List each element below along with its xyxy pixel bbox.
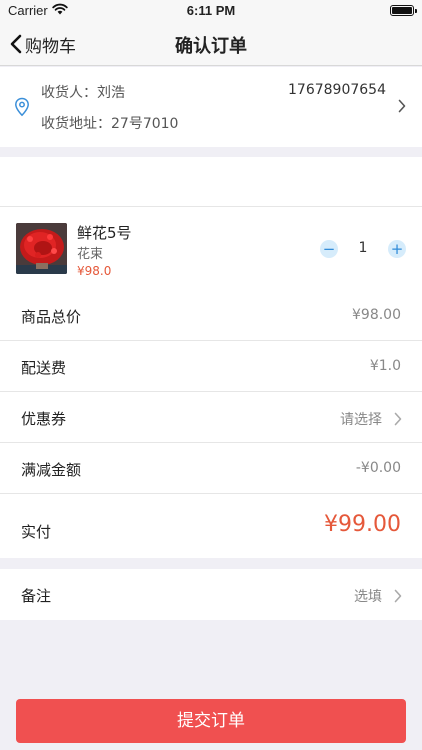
delivery-fee-row: 配送费 ¥1.0 bbox=[0, 341, 422, 392]
address-card[interactable]: 收货人：刘浩 17678907654 收货地址：27号7010 bbox=[0, 67, 422, 147]
remark-label: 备注 bbox=[21, 587, 52, 605]
remark-value: 选填 bbox=[354, 589, 382, 605]
navigation-bar: 购物车 确认订单 bbox=[0, 22, 422, 66]
address-label: 收货地址： bbox=[41, 116, 111, 132]
recipient-name: 刘浩 bbox=[97, 85, 125, 101]
address-value: 27号7010 bbox=[111, 116, 179, 132]
amount-paid-value: ¥99.00 bbox=[324, 512, 401, 537]
battery-icon bbox=[390, 5, 417, 16]
chevron-right-icon bbox=[394, 588, 402, 607]
remark-row[interactable]: 备注 选填 bbox=[0, 569, 422, 620]
discount-value: -¥0.00 bbox=[355, 460, 401, 476]
status-time: 6:11 PM bbox=[186, 3, 236, 18]
coupon-label: 优惠券 bbox=[21, 410, 67, 428]
discount-label: 满减金额 bbox=[21, 461, 82, 479]
chevron-right-icon bbox=[398, 98, 406, 117]
product-category: 花束 bbox=[77, 247, 104, 262]
increase-quantity-button[interactable]: + bbox=[388, 240, 406, 258]
amount-paid-label: 实付 bbox=[21, 523, 52, 541]
coupon-row[interactable]: 优惠券 请选择 bbox=[0, 392, 422, 443]
submit-order-button[interactable]: 提交订单 bbox=[16, 699, 406, 743]
recipient-line: 收货人：刘浩 bbox=[41, 82, 125, 102]
quantity-value: 1 bbox=[358, 240, 368, 256]
address-line: 收货地址：27号7010 bbox=[41, 113, 178, 133]
product-item: 鲜花5号 花束 ¥98.0 − 1 + bbox=[0, 207, 422, 290]
recipient-label: 收货人： bbox=[41, 85, 97, 101]
product-image bbox=[16, 223, 67, 274]
chevron-right-icon bbox=[394, 411, 402, 430]
spacer-panel bbox=[0, 157, 422, 207]
goods-total-row: 商品总价 ¥98.00 bbox=[0, 290, 422, 341]
quantity-stepper: − 1 + bbox=[320, 239, 406, 259]
product-price: ¥98.0 bbox=[77, 264, 112, 278]
delivery-fee-value: ¥1.0 bbox=[369, 358, 401, 374]
coupon-value: 请选择 bbox=[340, 412, 382, 428]
discount-row: 满减金额 -¥0.00 bbox=[0, 443, 422, 494]
order-summary: 商品总价 ¥98.00 配送费 ¥1.0 优惠券 请选择 满减金额 -¥0.00… bbox=[0, 290, 422, 558]
delivery-fee-label: 配送费 bbox=[21, 359, 67, 377]
goods-total-label: 商品总价 bbox=[21, 308, 82, 326]
recipient-phone: 17678907654 bbox=[288, 82, 386, 98]
amount-paid-row: 实付 ¥99.00 bbox=[0, 494, 422, 558]
decrease-quantity-button[interactable]: − bbox=[320, 240, 338, 258]
status-bar: Carrier 6:11 PM bbox=[0, 0, 422, 22]
product-name: 鲜花5号 bbox=[77, 224, 132, 242]
page-title: 确认订单 bbox=[175, 36, 247, 57]
location-pin-icon bbox=[14, 97, 30, 121]
goods-total-value: ¥98.00 bbox=[352, 307, 401, 323]
